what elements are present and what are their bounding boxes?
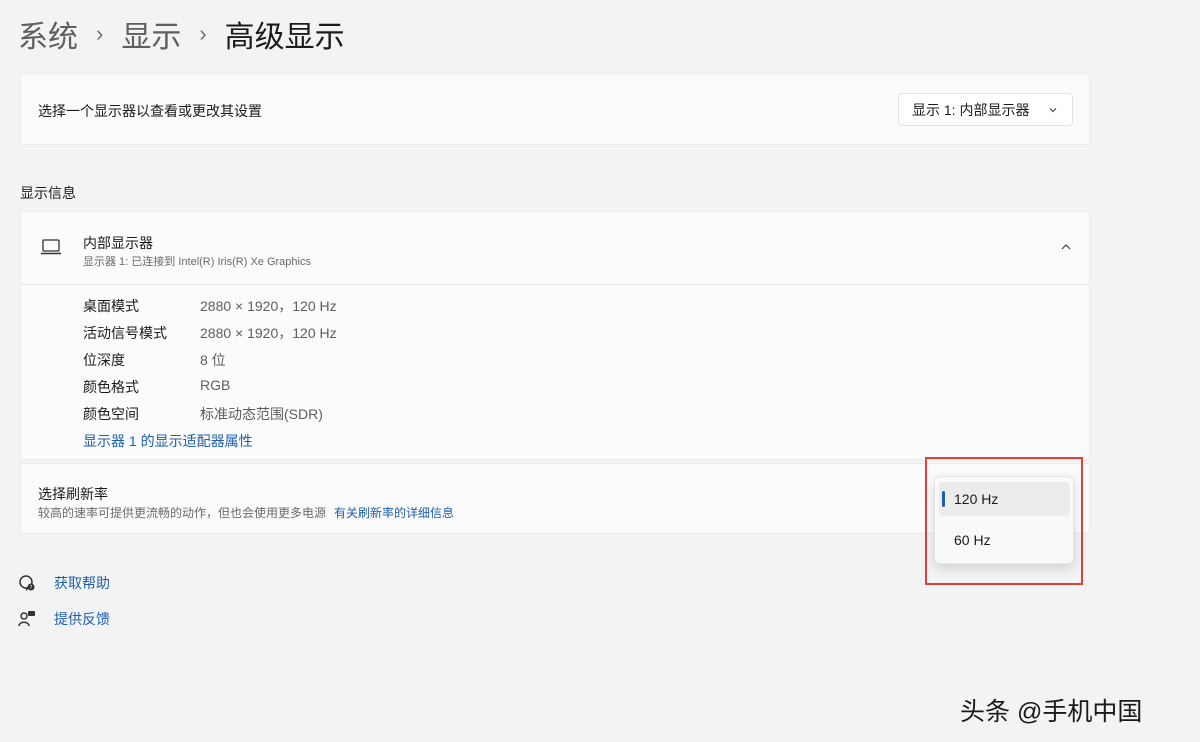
info-label: 颜色空间 <box>83 406 139 422</box>
give-feedback-link[interactable]: 提供反馈 <box>18 608 110 630</box>
refresh-rate-flyout: 120 Hz 60 Hz <box>934 476 1074 564</box>
info-label: 活动信号模式 <box>83 325 167 341</box>
display-name: 内部显示器 <box>83 235 153 251</box>
page-title: 高级显示 <box>224 21 345 54</box>
laptop-icon <box>41 239 61 255</box>
refresh-rate-option-60[interactable]: 60 Hz <box>939 523 1070 557</box>
section-title-display-info: 显示信息 <box>20 185 76 201</box>
breadcrumb: 系统 › 显示 › 高级显示 <box>18 14 345 54</box>
selected-indicator <box>942 491 945 507</box>
breadcrumb-separator: › <box>96 21 104 46</box>
option-label: 120 Hz <box>954 491 999 507</box>
select-display-card: 选择一个显示器以查看或更改其设置 显示 1: 内部显示器 <box>20 73 1090 145</box>
breadcrumb-separator: › <box>199 21 207 46</box>
display-dropdown[interactable]: 显示 1: 内部显示器 <box>898 93 1073 126</box>
refresh-rate-description-line: 较高的速率可提供更流畅的动作，但也会使用更多电源 有关刷新率的详细信息 <box>38 504 454 521</box>
display-info-header[interactable]: 内部显示器 显示器 1: 已连接到 Intel(R) Iris(R) Xe Gr… <box>21 212 1089 285</box>
display-info-card: 内部显示器 显示器 1: 已连接到 Intel(R) Iris(R) Xe Gr… <box>20 211 1090 460</box>
help-icon: ? <box>19 575 35 591</box>
display-subtitle: 显示器 1: 已连接到 Intel(R) Iris(R) Xe Graphics <box>83 256 311 268</box>
info-label: 颜色格式 <box>83 379 139 395</box>
breadcrumb-display[interactable]: 显示 <box>121 12 181 56</box>
watermark: 头条 @手机中国 <box>960 698 1143 726</box>
chevron-up-icon[interactable] <box>1059 240 1073 254</box>
info-value: 标准动态范围(SDR) <box>200 406 323 422</box>
info-value: 8 位 <box>200 352 226 368</box>
info-value: 2880 × 1920，120 Hz <box>200 298 337 314</box>
give-feedback-label: 提供反馈 <box>54 611 110 627</box>
select-display-text: 选择一个显示器以查看或更改其设置 <box>38 103 262 119</box>
info-value: 2880 × 1920，120 Hz <box>200 325 337 341</box>
breadcrumb-system[interactable]: 系统 <box>18 12 78 56</box>
info-value: RGB <box>200 377 231 393</box>
feedback-icon <box>18 611 35 627</box>
get-help-link[interactable]: ? 获取帮助 <box>18 572 110 594</box>
display-adapter-properties-link[interactable]: 显示器 1 的显示适配器属性 <box>83 431 253 451</box>
display-dropdown-value: 显示 1: 内部显示器 <box>912 101 1030 118</box>
option-label: 60 Hz <box>954 532 991 548</box>
get-help-label: 获取帮助 <box>54 575 110 591</box>
refresh-rate-title: 选择刷新率 <box>38 486 108 502</box>
info-label: 桌面模式 <box>83 298 139 314</box>
svg-text:?: ? <box>30 585 33 591</box>
info-label: 位深度 <box>83 352 125 368</box>
refresh-rate-description: 较高的速率可提供更流畅的动作，但也会使用更多电源 <box>38 506 327 520</box>
refresh-rate-option-120[interactable]: 120 Hz <box>939 482 1070 516</box>
refresh-rate-more-info-link[interactable]: 有关刷新率的详细信息 <box>334 506 454 520</box>
chevron-down-icon <box>1049 107 1057 112</box>
